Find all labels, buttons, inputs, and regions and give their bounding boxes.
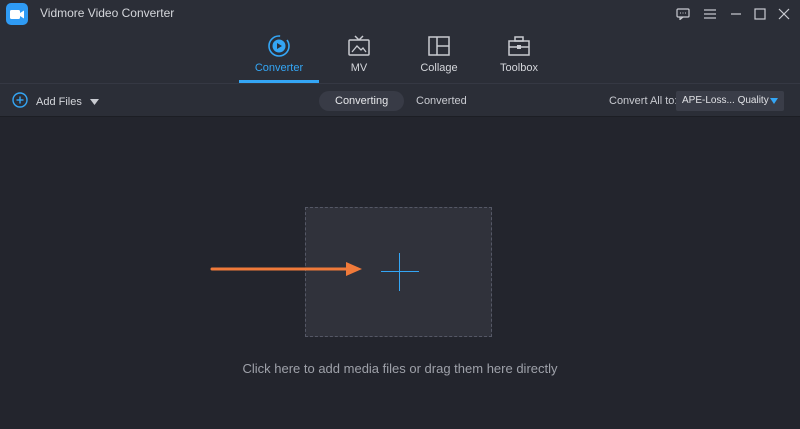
tab-converter[interactable]: Converter — [239, 28, 319, 83]
tab-collage[interactable]: Collage — [399, 28, 479, 83]
title-bar: Vidmore Video Converter — [0, 0, 800, 28]
plus-icon-vertical — [399, 253, 400, 291]
tab-toolbox-label: Toolbox — [500, 62, 538, 74]
collage-icon — [426, 34, 452, 58]
add-files-button[interactable]: Add Files — [12, 92, 99, 111]
output-format-value: APE-Loss... Quality — [682, 95, 769, 106]
tab-converted[interactable]: Converted — [400, 91, 483, 111]
close-icon[interactable] — [773, 3, 795, 25]
chevron-down-icon — [770, 98, 778, 104]
add-files-label: Add Files — [36, 95, 82, 108]
convert-all-label: Convert All to: — [609, 95, 678, 107]
chevron-down-icon[interactable] — [89, 96, 99, 108]
minimize-icon[interactable] — [725, 3, 747, 25]
tab-converter-label: Converter — [254, 62, 304, 74]
add-circle-icon — [12, 92, 28, 111]
main-nav: Converter MV Collage Toolbox — [0, 28, 800, 83]
tab-mv[interactable]: MV — [319, 28, 399, 83]
toolbox-icon — [506, 34, 532, 58]
plus-icon — [381, 271, 419, 272]
tab-collage-label: Collage — [420, 62, 458, 74]
video-camera-icon — [6, 3, 28, 25]
mv-icon — [346, 34, 372, 58]
app-title: Vidmore Video Converter — [40, 6, 175, 20]
converter-icon — [266, 34, 292, 58]
arrow-annotation-icon — [210, 262, 362, 276]
maximize-icon[interactable] — [749, 3, 771, 25]
menu-icon[interactable] — [699, 3, 721, 25]
toolbar: Add Files Converting Converted Convert A… — [0, 83, 800, 117]
output-format-select[interactable]: APE-Loss... Quality — [676, 91, 784, 111]
feedback-icon[interactable] — [672, 3, 694, 25]
tab-toolbox[interactable]: Toolbox — [479, 28, 559, 83]
dropzone-hint: Click here to add media files or drag th… — [242, 361, 558, 376]
tab-mv-label: MV — [350, 62, 368, 74]
tab-converting[interactable]: Converting — [319, 91, 405, 111]
